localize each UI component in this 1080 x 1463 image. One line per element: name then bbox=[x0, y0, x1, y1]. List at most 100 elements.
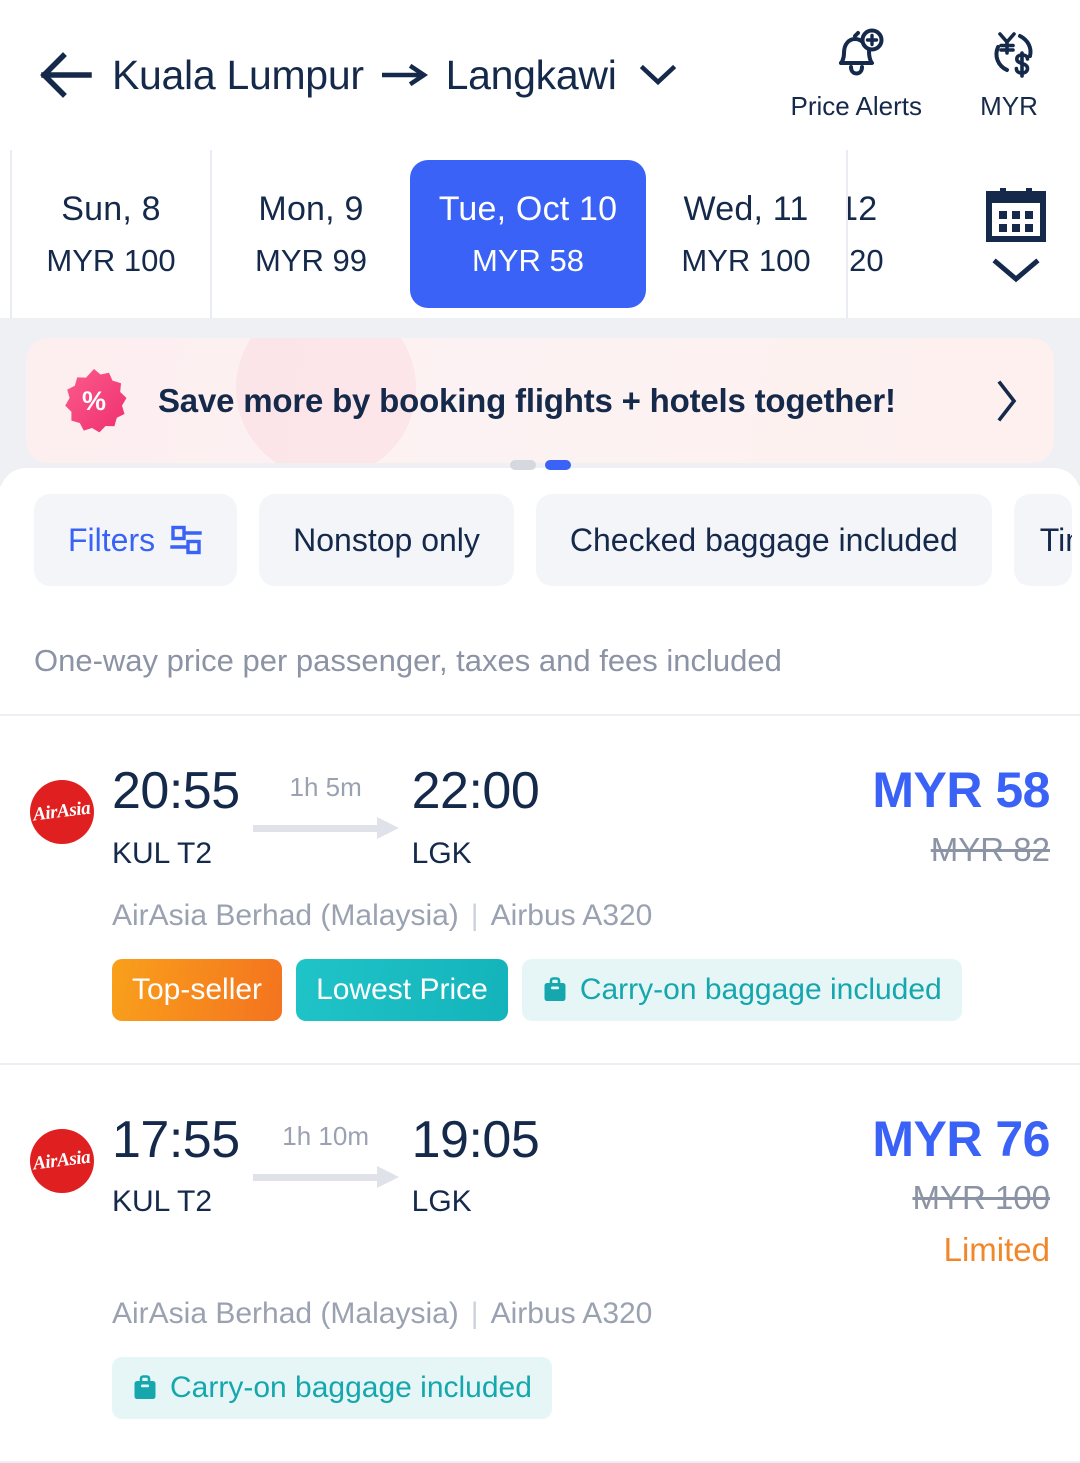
airline-logo-text: AirAsia bbox=[32, 1146, 92, 1175]
promo-banner[interactable]: % Save more by booking flights + hotels … bbox=[26, 338, 1054, 463]
date-price: MYR 100 bbox=[681, 242, 811, 278]
route-destination: Langkawi bbox=[445, 51, 617, 98]
price-alerts-label: Price Alerts bbox=[790, 90, 923, 121]
price-original: MYR 82 bbox=[930, 830, 1050, 868]
flight-badges: Carry-on baggage included bbox=[112, 1357, 1050, 1420]
chip-label: Filters bbox=[68, 521, 156, 558]
price-alerts-button[interactable]: Price Alerts bbox=[790, 27, 923, 122]
badge-lowest-price: Lowest Price bbox=[296, 958, 508, 1021]
arrow-left-icon bbox=[40, 52, 92, 98]
price-block: MYR 76 MYR 100 Limited bbox=[872, 1113, 1050, 1270]
duration-label: 1h 10m bbox=[282, 1120, 369, 1151]
price-block: MYR 58 MYR 82 bbox=[872, 764, 1050, 869]
date-day: Mon, 9 bbox=[258, 189, 364, 228]
date-price: MYR 58 bbox=[472, 242, 584, 278]
chip-label: Times bbox=[1039, 521, 1072, 558]
flight-result-card[interactable]: AirAsia 17:55 KUL T2 1h 10m 19:05 LGK MY… bbox=[0, 1064, 1080, 1463]
date-price: MYR 99 bbox=[255, 242, 367, 278]
duration-block: 1h 10m bbox=[240, 1113, 412, 1188]
aircraft-type: Airbus A320 bbox=[490, 1297, 653, 1331]
operator-divider: | bbox=[470, 1297, 479, 1331]
currency-button[interactable]: MYR bbox=[964, 27, 1054, 122]
chip-filters[interactable]: Filters bbox=[34, 494, 238, 586]
svg-text:%: % bbox=[82, 386, 106, 416]
airasia-logo-icon: AirAsia bbox=[30, 780, 94, 844]
percent-badge-icon: % bbox=[60, 367, 128, 435]
departure-time: 17:55 bbox=[112, 1110, 240, 1169]
date-day: Thu, 12 bbox=[848, 189, 878, 228]
chip-checked-baggage-included[interactable]: Checked baggage included bbox=[535, 494, 992, 586]
filter-chips-row[interactable]: Filters Nonstop only Checked baggage inc… bbox=[0, 494, 1080, 586]
badge-top-seller: Top-seller bbox=[112, 958, 283, 1021]
departure-time: 20:55 bbox=[112, 762, 240, 820]
flight-times: 20:55 KUL T2 1h 5m 22:00 LGK bbox=[112, 764, 872, 871]
currency-label: MYR bbox=[980, 90, 1038, 121]
flight-card-main: AirAsia 17:55 KUL T2 1h 10m 19:05 LGK MY… bbox=[30, 1110, 1050, 1270]
calendar-button[interactable] bbox=[952, 150, 1080, 318]
arrival-segment: 22:00 LGK bbox=[412, 764, 540, 871]
promo-pagination bbox=[0, 460, 1080, 470]
date-day: Wed, 11 bbox=[683, 189, 809, 228]
departure-segment: 20:55 KUL T2 bbox=[112, 764, 240, 871]
promo-dot[interactable] bbox=[509, 460, 536, 470]
calendar-icon bbox=[986, 188, 1046, 242]
promo-text: Save more by booking flights + hotels to… bbox=[158, 381, 896, 419]
promo-zone: % Save more by booking flights + hotels … bbox=[0, 318, 1080, 486]
date-cell-tue-oct-10-selected[interactable]: Tue, Oct 10 MYR 58 bbox=[410, 160, 646, 308]
route-origin: Kuala Lumpur bbox=[112, 51, 364, 98]
arrival-time: 19:05 bbox=[411, 1110, 540, 1169]
duration-block: 1h 5m bbox=[240, 764, 412, 839]
airline-logo-text: AirAsia bbox=[32, 797, 92, 826]
date-price: MYR 100 bbox=[46, 242, 176, 278]
date-cell-thu-12[interactable]: Thu, 12 MYR 120 bbox=[846, 150, 918, 318]
badge-carry-on-baggage: Carry-on baggage included bbox=[521, 958, 962, 1021]
filters-zone: Filters Nonstop only Checked baggage inc… bbox=[0, 468, 1080, 608]
departure-segment: 17:55 KUL T2 bbox=[112, 1110, 240, 1220]
chip-label: Checked baggage included bbox=[569, 521, 958, 558]
badge-label: Top-seller bbox=[132, 972, 263, 1006]
baggage-icon bbox=[542, 976, 568, 1004]
promo-dot-active[interactable] bbox=[544, 460, 571, 470]
operator-name: AirAsia Berhad (Malaysia) bbox=[112, 1297, 459, 1331]
departure-airport: KUL T2 bbox=[112, 836, 213, 870]
flight-times: 17:55 KUL T2 1h 10m 19:05 LGK bbox=[112, 1110, 872, 1220]
departure-airport: KUL T2 bbox=[112, 1185, 213, 1219]
route-title[interactable]: Kuala Lumpur Langkawi bbox=[112, 52, 677, 99]
date-cell-wed-11[interactable]: Wed, 11 MYR 100 bbox=[646, 150, 846, 318]
price-current: MYR 58 bbox=[872, 762, 1050, 818]
badge-carry-on-baggage: Carry-on baggage included bbox=[112, 1357, 552, 1420]
badge-label: Carry-on baggage included bbox=[170, 1371, 532, 1405]
date-price: MYR 120 bbox=[848, 242, 884, 278]
arrival-segment: 19:05 LGK bbox=[411, 1110, 540, 1220]
date-selector[interactable]: Sun, 8 MYR 100 Mon, 9 MYR 99 Tue, Oct 10… bbox=[0, 150, 1080, 318]
chevron-down-icon[interactable] bbox=[639, 63, 677, 87]
operator-divider: | bbox=[470, 898, 479, 932]
chevron-down-icon bbox=[992, 258, 1040, 283]
flight-path-arrow-icon bbox=[252, 1165, 399, 1188]
bell-plus-icon bbox=[839, 28, 884, 76]
back-button[interactable] bbox=[36, 44, 98, 106]
aircraft-type: Airbus A320 bbox=[490, 898, 653, 932]
flight-result-card[interactable]: AirAsia 20:55 KUL T2 1h 5m 22:00 LGK MYR… bbox=[0, 716, 1080, 1065]
duration-label: 1h 5m bbox=[289, 772, 362, 802]
chip-times[interactable]: Times bbox=[1013, 494, 1072, 586]
flight-card-main: AirAsia 20:55 KUL T2 1h 5m 22:00 LGK MYR… bbox=[30, 764, 1050, 871]
chip-nonstop-only[interactable]: Nonstop only bbox=[259, 494, 514, 586]
date-day: Sun, 8 bbox=[61, 189, 161, 228]
arrival-time: 22:00 bbox=[411, 762, 540, 820]
app-header: Kuala Lumpur Langkawi Price Alerts MYR bbox=[0, 0, 1080, 150]
flight-path-arrow-icon bbox=[252, 817, 399, 839]
badge-label: Lowest Price bbox=[316, 972, 488, 1006]
baggage-icon bbox=[132, 1374, 158, 1402]
chevron-right-icon[interactable] bbox=[994, 379, 1024, 423]
arrow-right-icon bbox=[381, 64, 428, 86]
currency-exchange-icon bbox=[994, 31, 1033, 78]
date-cell-sun-8[interactable]: Sun, 8 MYR 100 bbox=[10, 150, 210, 318]
date-cell-mon-9[interactable]: Mon, 9 MYR 99 bbox=[210, 150, 410, 318]
flight-operator-row: AirAsia Berhad (Malaysia) | Airbus A320 bbox=[112, 1297, 1050, 1331]
date-cells: Sun, 8 MYR 100 Mon, 9 MYR 99 Tue, Oct 10… bbox=[10, 150, 952, 318]
results-subtitle: One-way price per passenger, taxes and f… bbox=[0, 608, 1080, 716]
price-original: MYR 100 bbox=[912, 1179, 1050, 1217]
availability-status: Limited bbox=[943, 1231, 1050, 1269]
airasia-logo-icon: AirAsia bbox=[30, 1128, 94, 1193]
